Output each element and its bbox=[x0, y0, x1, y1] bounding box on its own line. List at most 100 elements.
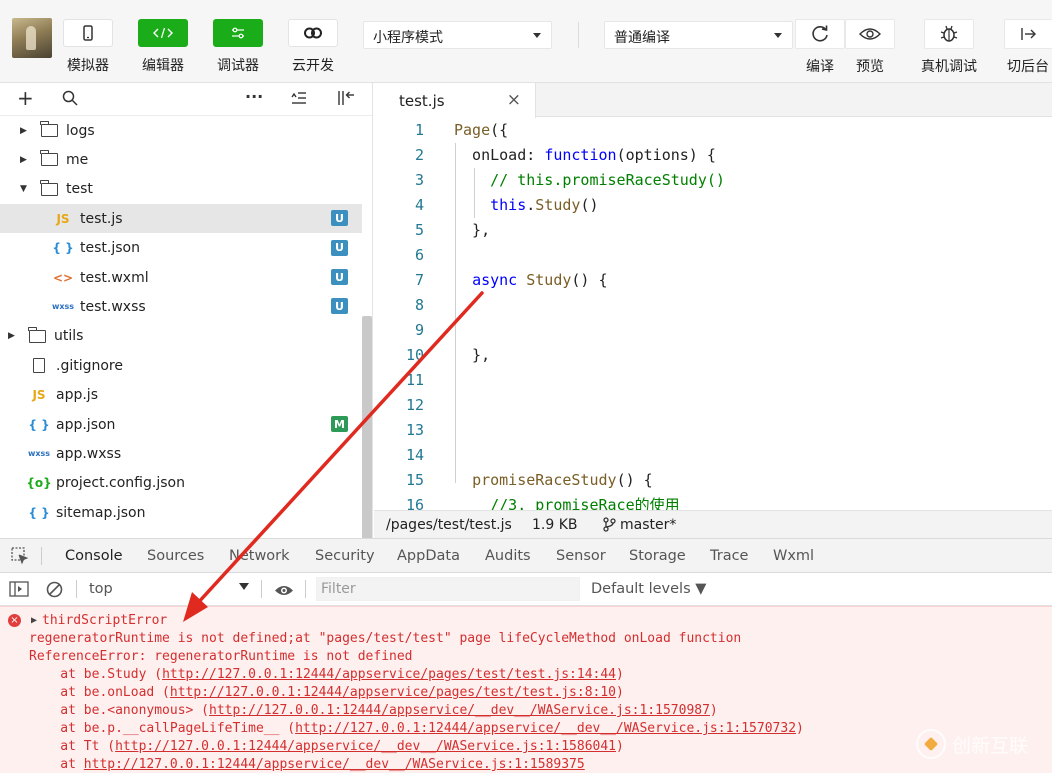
code-line[interactable]: 14 bbox=[374, 443, 1052, 468]
devtools-tab-trace[interactable]: Trace bbox=[710, 548, 748, 564]
code-line[interactable]: 6 bbox=[374, 243, 1052, 268]
sidebar-scrollbar[interactable] bbox=[362, 316, 372, 538]
refresh-icon bbox=[795, 19, 845, 49]
stack-frame-link[interactable]: http://127.0.0.1:12444/appservice/__dev_… bbox=[84, 757, 585, 772]
real-device-debug-button[interactable]: 真机调试 bbox=[920, 19, 978, 76]
close-icon[interactable]: × bbox=[507, 90, 521, 110]
code-line[interactable]: 2 onLoad: function(options) { bbox=[374, 143, 1052, 168]
tree-item[interactable]: { } app.json M bbox=[0, 410, 362, 439]
code-line[interactable]: 11 bbox=[374, 368, 1052, 393]
git-branch[interactable]: master* bbox=[620, 517, 676, 533]
compile-mode-select[interactable]: 普通编译 bbox=[604, 21, 793, 49]
context-value: top bbox=[89, 581, 113, 597]
cloud-dev-button[interactable]: 云开发 bbox=[288, 19, 338, 75]
console-toolbar: top Filter Default levels ▼ bbox=[0, 573, 1052, 606]
watermark-text: 创新互联 bbox=[952, 734, 1029, 757]
stack-frame: at http://127.0.0.1:12444/appservice/__d… bbox=[29, 756, 585, 774]
code-line[interactable]: 16 //3. promiseRace的使用 bbox=[374, 493, 1052, 510]
eye-icon[interactable] bbox=[274, 582, 294, 601]
clear-console-icon[interactable] bbox=[46, 581, 63, 602]
tree-item-label: test.js bbox=[80, 210, 123, 227]
simulator-button[interactable]: 模拟器 bbox=[63, 19, 113, 75]
editor-button[interactable]: 编辑器 bbox=[138, 19, 188, 75]
tree-item[interactable]: { } test.json U bbox=[0, 234, 362, 263]
tree-item[interactable]: { } sitemap.json bbox=[0, 498, 362, 527]
tree-item[interactable]: ▼ test bbox=[0, 175, 362, 204]
stack-frame-link[interactable]: http://127.0.0.1:12444/appservice/__dev_… bbox=[209, 703, 710, 718]
code-line[interactable]: 3 // this.promiseRaceStudy() bbox=[374, 168, 1052, 193]
chevron-right-icon[interactable]: ▶ bbox=[20, 155, 30, 165]
chevron-down-icon[interactable]: ▼ bbox=[20, 184, 30, 194]
tree-item[interactable]: ▶ utils bbox=[0, 322, 362, 351]
watermark: 创新互联 bbox=[916, 728, 1046, 760]
folder-icon bbox=[26, 326, 48, 344]
chevron-right-icon[interactable]: ▶ bbox=[8, 331, 18, 341]
toggle-sidebar-icon[interactable] bbox=[9, 581, 29, 601]
code-line[interactable]: 12 bbox=[374, 393, 1052, 418]
code-line[interactable]: 10 }, bbox=[374, 343, 1052, 368]
stack-frame: at be.<anonymous> (http://127.0.0.1:1244… bbox=[29, 702, 718, 720]
devtools-tab-wxml[interactable]: Wxml bbox=[773, 548, 814, 564]
devtools-tab-storage[interactable]: Storage bbox=[629, 548, 686, 564]
devtools-tab-sources[interactable]: Sources bbox=[147, 548, 204, 564]
error-title[interactable]: thirdScriptError bbox=[42, 612, 167, 630]
expand-arrow-icon[interactable]: ▶ bbox=[31, 612, 37, 630]
stack-frame-text: ) bbox=[709, 703, 718, 718]
code-line[interactable]: 5 }, bbox=[374, 218, 1052, 243]
devtools-tab-sensor[interactable]: Sensor bbox=[556, 548, 606, 564]
switch-background-button[interactable]: 切后台 bbox=[1004, 19, 1052, 76]
tree-item[interactable]: {o} project.config.json bbox=[0, 469, 362, 498]
avatar[interactable] bbox=[12, 18, 52, 58]
stack-frame-link[interactable]: http://127.0.0.1:12444/appservice/__dev_… bbox=[295, 721, 796, 736]
devtools-tab-appdata[interactable]: AppData bbox=[397, 548, 460, 564]
preview-label: 预览 bbox=[856, 59, 884, 75]
context-select[interactable]: top bbox=[82, 577, 254, 601]
tree-item[interactable]: <> test.wxml U bbox=[0, 263, 362, 292]
code-text: // this.promiseRaceStudy() bbox=[490, 171, 725, 189]
collapse-list-icon[interactable] bbox=[291, 90, 307, 109]
devtools-tab-network[interactable]: Network bbox=[229, 548, 290, 564]
compile-button[interactable]: 编译 bbox=[795, 19, 845, 76]
log-levels-select[interactable]: Default levels ▼ bbox=[591, 581, 706, 597]
tree-item[interactable]: JS test.js U bbox=[0, 204, 362, 234]
code-line[interactable]: 9 bbox=[374, 318, 1052, 343]
git-status-badge: U bbox=[331, 210, 348, 227]
code-line[interactable]: 7 async Study() { bbox=[374, 268, 1052, 293]
console-divider bbox=[261, 580, 262, 598]
line-number: 1 bbox=[414, 121, 424, 139]
code-area[interactable]: 1 Page({2 onLoad: function(options) {3 //… bbox=[374, 118, 1052, 510]
console-divider bbox=[76, 580, 77, 598]
code-line[interactable]: 13 bbox=[374, 418, 1052, 443]
console-filter-input[interactable]: Filter bbox=[316, 577, 580, 601]
tree-item[interactable]: wxss app.wxss bbox=[0, 439, 362, 468]
stack-frame-link[interactable]: http://127.0.0.1:12444/appservice/__dev_… bbox=[115, 739, 616, 754]
tree-item[interactable]: wxss test.wxss U bbox=[0, 292, 362, 321]
editor-tabs: test.js × bbox=[374, 83, 1052, 118]
wxml-file-icon: <> bbox=[52, 270, 74, 285]
devtools-tab-console[interactable]: Console bbox=[56, 548, 132, 575]
stack-frame-link[interactable]: http://127.0.0.1:12444/appservice/pages/… bbox=[170, 685, 616, 700]
search-icon[interactable] bbox=[62, 90, 78, 110]
tree-item[interactable]: .gitignore bbox=[0, 351, 362, 380]
code-line[interactable]: 1 Page({ bbox=[374, 118, 1052, 143]
code-text: async Study() { bbox=[472, 271, 608, 289]
more-icon[interactable]: ··· bbox=[245, 87, 263, 106]
chevron-right-icon[interactable]: ▶ bbox=[20, 126, 30, 136]
add-icon[interactable]: + bbox=[17, 86, 34, 110]
devtools-tab-audits[interactable]: Audits bbox=[485, 548, 531, 564]
code-line[interactable]: 15 promiseRaceStudy() { bbox=[374, 468, 1052, 493]
code-line[interactable]: 8 bbox=[374, 293, 1052, 318]
devtools-tab-security[interactable]: Security bbox=[315, 548, 375, 564]
editor-tab-test-js[interactable]: test.js × bbox=[374, 83, 536, 118]
inspect-element-icon[interactable] bbox=[11, 547, 29, 569]
tree-item[interactable]: ▶ me bbox=[0, 145, 362, 174]
preview-button[interactable]: 预览 bbox=[845, 19, 895, 76]
mode-select[interactable]: 小程序模式 bbox=[363, 21, 552, 49]
switch-background-label: 切后台 bbox=[1007, 59, 1049, 75]
tree-item[interactable]: JS app.js bbox=[0, 381, 362, 410]
stack-frame-link[interactable]: http://127.0.0.1:12444/appservice/pages/… bbox=[162, 667, 616, 682]
tree-item[interactable]: ▶ logs bbox=[0, 116, 362, 145]
collapse-panel-icon[interactable] bbox=[337, 90, 355, 110]
code-line[interactable]: 4 this.Study() bbox=[374, 193, 1052, 218]
debugger-button[interactable]: 调试器 bbox=[213, 19, 263, 75]
